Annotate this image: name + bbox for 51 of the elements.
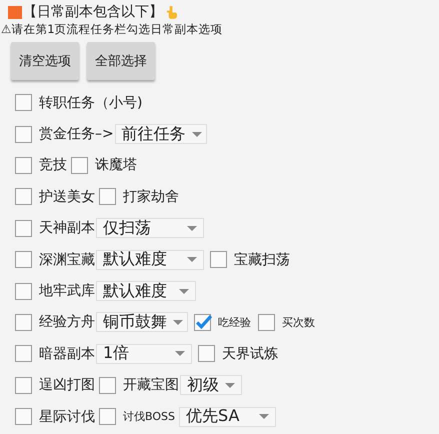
dropdown[interactable]: 铜币鼓舞 (96, 312, 188, 332)
checkbox[interactable] (15, 126, 32, 143)
dropdown[interactable]: 前往任务 (114, 124, 207, 144)
checkbox-label: 打家劫舍 (123, 188, 179, 206)
checkbox[interactable] (99, 188, 116, 206)
checkbox[interactable] (194, 314, 211, 331)
dropdown[interactable]: 1倍 (96, 344, 192, 364)
square-icon (8, 6, 22, 18)
dropdown[interactable]: 默认难度 (96, 281, 196, 302)
checkbox[interactable] (258, 314, 275, 331)
checkbox-label: 讨伐BOSS (123, 409, 175, 424)
checkbox-label: 逞凶打图 (39, 376, 95, 394)
checkbox[interactable] (15, 314, 32, 331)
checkbox-label: 赏金任务–> (39, 125, 114, 144)
checkbox[interactable] (99, 408, 116, 426)
checkbox[interactable] (15, 345, 32, 362)
action-button[interactable]: 清空选项 (11, 42, 79, 80)
checkbox-label: 开藏宝图 (123, 376, 179, 394)
section-title: 【日常副本包含以下】 (23, 3, 163, 21)
checkbox[interactable] (15, 220, 32, 237)
checkbox-label: 护送美女 (39, 188, 95, 206)
checkbox-label: 地牢武库 (39, 282, 95, 300)
checkbox-label: 宝藏扫荡 (234, 250, 290, 269)
checkbox-label: 诛魔塔 (95, 156, 137, 174)
checkbox-label: 天界试炼 (222, 344, 278, 363)
checkbox-label: 转职任务（小号) (39, 94, 142, 112)
dropdown[interactable]: 默认难度 (96, 250, 204, 270)
checkbox[interactable] (15, 408, 32, 426)
checkbox[interactable] (210, 251, 227, 268)
checkbox-label: 星际讨伐 (39, 408, 95, 426)
dropdown[interactable]: 优先SA (178, 406, 276, 427)
dropdown[interactable]: 初级 (180, 375, 242, 396)
checkbox[interactable] (99, 376, 116, 394)
checkbox-label: 深渊宝藏 (39, 250, 95, 269)
checkbox-label: 买次数 (282, 314, 315, 330)
checkbox[interactable] (15, 282, 32, 300)
checkbox[interactable] (15, 251, 32, 268)
warning-text: ⚠请在第1页流程任务栏勾选日常副本选项 (1, 22, 224, 37)
checkbox[interactable] (15, 376, 32, 394)
checkbox[interactable] (198, 345, 215, 362)
checkbox-label: 经验方舟 (39, 313, 95, 332)
checkbox[interactable] (71, 156, 88, 174)
checkbox-label: 天神副本 (39, 219, 95, 238)
checkbox[interactable] (15, 188, 32, 206)
checkbox-label: 竞技 (39, 156, 67, 174)
action-button[interactable]: 全部选择 (87, 42, 155, 80)
dropdown[interactable]: 仅扫荡 (96, 218, 204, 238)
checkbox-label: 吃经验 (218, 314, 251, 330)
checkbox[interactable] (15, 94, 32, 112)
checkbox-label: 暗器副本 (39, 344, 95, 363)
checkbox[interactable] (15, 156, 32, 174)
